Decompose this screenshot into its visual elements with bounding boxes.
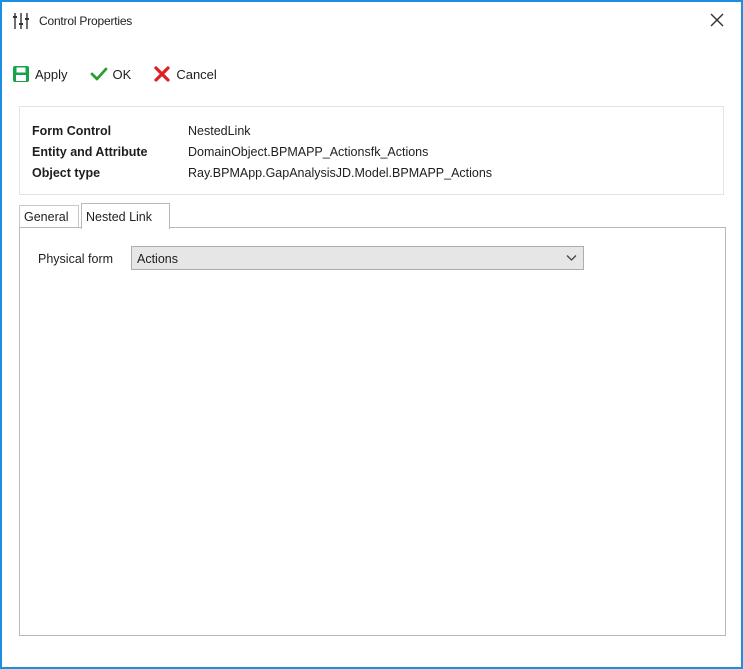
- cancel-label: Cancel: [176, 66, 217, 82]
- chevron-down-icon: [566, 255, 577, 261]
- ok-button[interactable]: OK: [90, 66, 132, 82]
- control-info-panel: Form Control NestedLink Entity and Attri…: [19, 106, 724, 195]
- physical-form-select[interactable]: Actions: [131, 246, 584, 270]
- tab-label: Nested Link: [86, 209, 153, 224]
- apply-button[interactable]: Apply: [12, 65, 68, 83]
- sliders-icon: [12, 12, 30, 30]
- tab-nested-link[interactable]: Nested Link: [81, 203, 170, 229]
- title-bar: Control Properties: [2, 2, 741, 36]
- info-label: Form Control: [32, 124, 112, 138]
- apply-label: Apply: [35, 66, 68, 82]
- info-value: Ray.BPMApp.GapAnalysisJD.Model.BPMAPP_Ac…: [188, 166, 493, 180]
- control-properties-dialog: Control Properties Apply OK Cancel Form …: [0, 0, 743, 669]
- close-button[interactable]: [705, 8, 729, 32]
- toolbar: Apply OK Cancel: [12, 62, 239, 86]
- cancel-button[interactable]: Cancel: [153, 65, 217, 83]
- x-icon: [154, 66, 170, 82]
- tab-label: General: [24, 209, 69, 224]
- dialog-title: Control Properties: [39, 14, 133, 28]
- close-icon: [710, 13, 724, 27]
- save-icon: [13, 66, 29, 82]
- info-value: NestedLink: [188, 124, 251, 138]
- nested-link-panel: Physical form Actions: [19, 227, 726, 636]
- physical-form-label: Physical form: [38, 252, 114, 266]
- physical-form-value: Actions: [137, 252, 178, 266]
- info-label: Entity and Attribute: [32, 145, 148, 159]
- checkmark-icon: [90, 67, 107, 81]
- info-value: DomainObject.BPMAPP_Actionsfk_Actions: [188, 145, 429, 159]
- tab-general[interactable]: General: [19, 205, 79, 227]
- ok-label: OK: [112, 66, 132, 82]
- info-label: Object type: [32, 166, 101, 180]
